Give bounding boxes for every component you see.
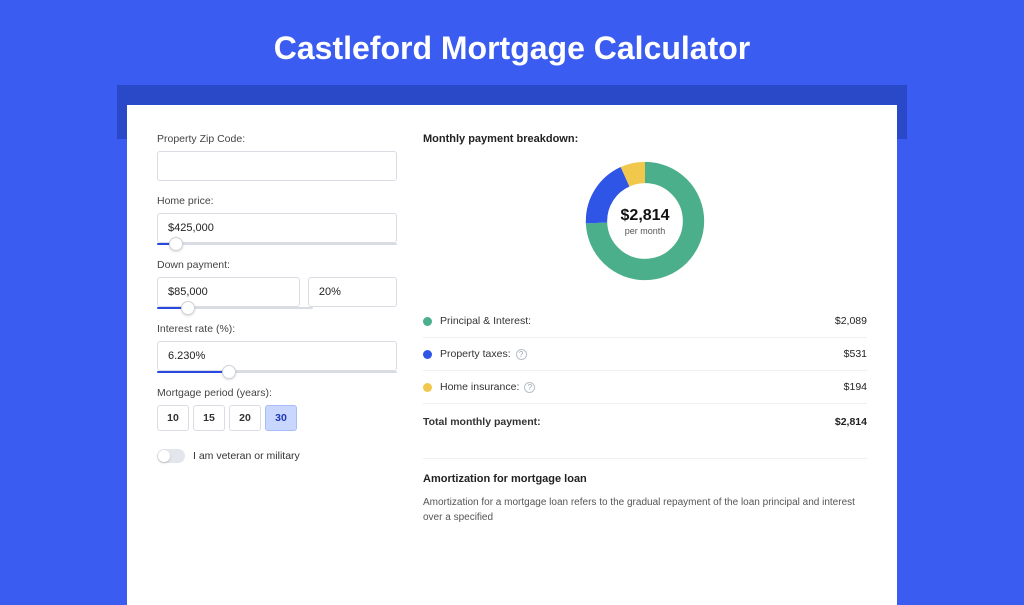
donut-chart-wrap: $2,814 per month	[423, 157, 867, 285]
period-label: Mortgage period (years):	[157, 387, 397, 399]
veteran-row: I am veteran or military	[157, 449, 397, 463]
down-payment-slider-handle[interactable]	[181, 301, 195, 315]
down-payment-label: Down payment:	[157, 259, 397, 271]
down-payment-slider[interactable]	[157, 307, 313, 309]
legend-amount: $531	[844, 348, 867, 360]
green-dot-icon	[423, 317, 432, 326]
donut-amount: $2,814	[621, 207, 670, 225]
home-price-slider-handle[interactable]	[169, 237, 183, 251]
legend-row: Principal & Interest: $2,089	[423, 305, 867, 338]
amortization-text: Amortization for a mortgage loan refers …	[423, 495, 867, 525]
interest-rate-input[interactable]	[157, 341, 397, 371]
blue-dot-icon	[423, 350, 432, 359]
home-price-group: Home price:	[157, 195, 397, 245]
down-payment-group: Down payment:	[157, 259, 397, 309]
legend-row: Home insurance:? $194	[423, 371, 867, 404]
help-icon[interactable]: ?	[516, 349, 527, 360]
zip-label: Property Zip Code:	[157, 133, 397, 145]
legend-row: Property taxes:? $531	[423, 338, 867, 371]
donut-center: $2,814 per month	[581, 157, 709, 285]
period-option-20[interactable]: 20	[229, 405, 261, 431]
interest-rate-slider-fill	[157, 371, 229, 373]
calculator-card: Property Zip Code: Home price: Down paym…	[127, 105, 897, 605]
interest-rate-label: Interest rate (%):	[157, 323, 397, 335]
interest-rate-group: Interest rate (%):	[157, 323, 397, 373]
breakdown-panel: Monthly payment breakdown: $2,814 per mo…	[423, 133, 867, 605]
page-title: Castleford Mortgage Calculator	[0, 0, 1024, 85]
period-option-10[interactable]: 10	[157, 405, 189, 431]
legend-amount: $2,089	[835, 315, 867, 327]
breakdown-total-label: Total monthly payment:	[423, 416, 541, 428]
period-option-30[interactable]: 30	[265, 405, 297, 431]
down-payment-input[interactable]	[157, 277, 300, 307]
veteran-toggle[interactable]	[157, 449, 185, 463]
interest-rate-slider[interactable]	[157, 371, 397, 373]
donut-sub: per month	[625, 226, 666, 236]
home-price-input[interactable]	[157, 213, 397, 243]
legend-amount: $194	[844, 381, 867, 393]
period-options: 10152030	[157, 405, 397, 431]
period-option-15[interactable]: 15	[193, 405, 225, 431]
breakdown-legend: Principal & Interest: $2,089 Property taxe…	[423, 305, 867, 404]
donut-chart: $2,814 per month	[581, 157, 709, 285]
legend-label: Property taxes:	[440, 348, 511, 360]
amortization-section: Amortization for mortgage loan Amortizat…	[423, 458, 867, 525]
zip-group: Property Zip Code:	[157, 133, 397, 181]
down-payment-pct-input[interactable]	[308, 277, 397, 307]
breakdown-title: Monthly payment breakdown:	[423, 133, 867, 145]
breakdown-total-row: Total monthly payment: $2,814	[423, 404, 867, 438]
yellow-dot-icon	[423, 383, 432, 392]
input-panel: Property Zip Code: Home price: Down paym…	[157, 133, 397, 605]
home-price-slider[interactable]	[157, 243, 397, 245]
legend-label: Principal & Interest:	[440, 315, 531, 327]
home-price-label: Home price:	[157, 195, 397, 207]
help-icon[interactable]: ?	[524, 382, 535, 393]
veteran-label: I am veteran or military	[193, 450, 300, 462]
period-group: Mortgage period (years): 10152030	[157, 387, 397, 431]
interest-rate-slider-handle[interactable]	[222, 365, 236, 379]
amortization-title: Amortization for mortgage loan	[423, 473, 867, 485]
legend-label: Home insurance:	[440, 381, 519, 393]
breakdown-total-amount: $2,814	[835, 416, 867, 428]
zip-input[interactable]	[157, 151, 397, 181]
